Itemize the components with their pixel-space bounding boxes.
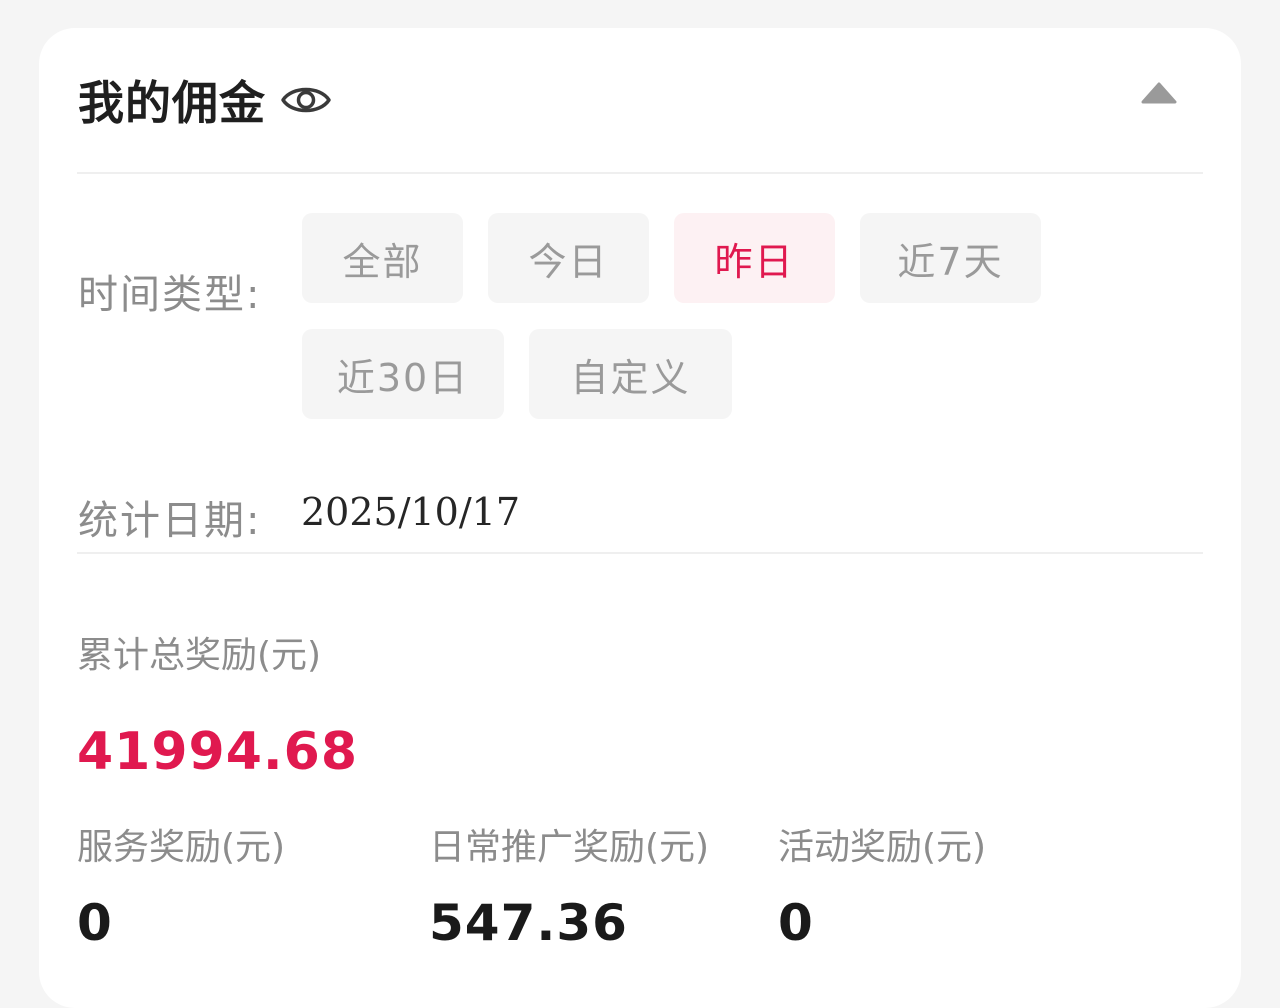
service-reward-value: 0 bbox=[77, 894, 113, 952]
commission-card: 我的佣金 时间类型: 全部 今日 昨日 近7天 近30日 自定义 统计日期: 2… bbox=[39, 28, 1241, 1008]
stat-date-value: 2025/10/17 bbox=[301, 490, 521, 534]
total-reward-value: 41994.68 bbox=[77, 722, 359, 782]
service-reward-label: 服务奖励(元) bbox=[77, 827, 286, 868]
time-type-label: 时间类型: bbox=[78, 272, 262, 318]
activity-reward-label: 活动奖励(元) bbox=[778, 827, 987, 868]
card-header: 我的佣金 bbox=[78, 68, 332, 132]
triangle-up-icon[interactable] bbox=[1139, 78, 1179, 106]
eye-icon[interactable] bbox=[280, 80, 332, 120]
total-reward-label: 累计总奖励(元) bbox=[77, 635, 322, 676]
filter-option-yesterday[interactable]: 昨日 bbox=[674, 213, 835, 303]
filter-option-today[interactable]: 今日 bbox=[488, 213, 649, 303]
filter-option-custom[interactable]: 自定义 bbox=[529, 329, 732, 419]
divider bbox=[77, 552, 1203, 554]
activity-reward-value: 0 bbox=[778, 894, 814, 952]
promotion-reward-value: 547.36 bbox=[429, 894, 628, 952]
stat-date-label: 统计日期: bbox=[78, 498, 262, 544]
filter-option-last-30-days[interactable]: 近30日 bbox=[302, 329, 504, 419]
filter-option-all[interactable]: 全部 bbox=[302, 213, 463, 303]
divider bbox=[77, 172, 1203, 174]
page-title: 我的佣金 bbox=[78, 76, 266, 130]
filter-option-last-7-days[interactable]: 近7天 bbox=[860, 213, 1041, 303]
promotion-reward-label: 日常推广奖励(元) bbox=[429, 827, 710, 868]
